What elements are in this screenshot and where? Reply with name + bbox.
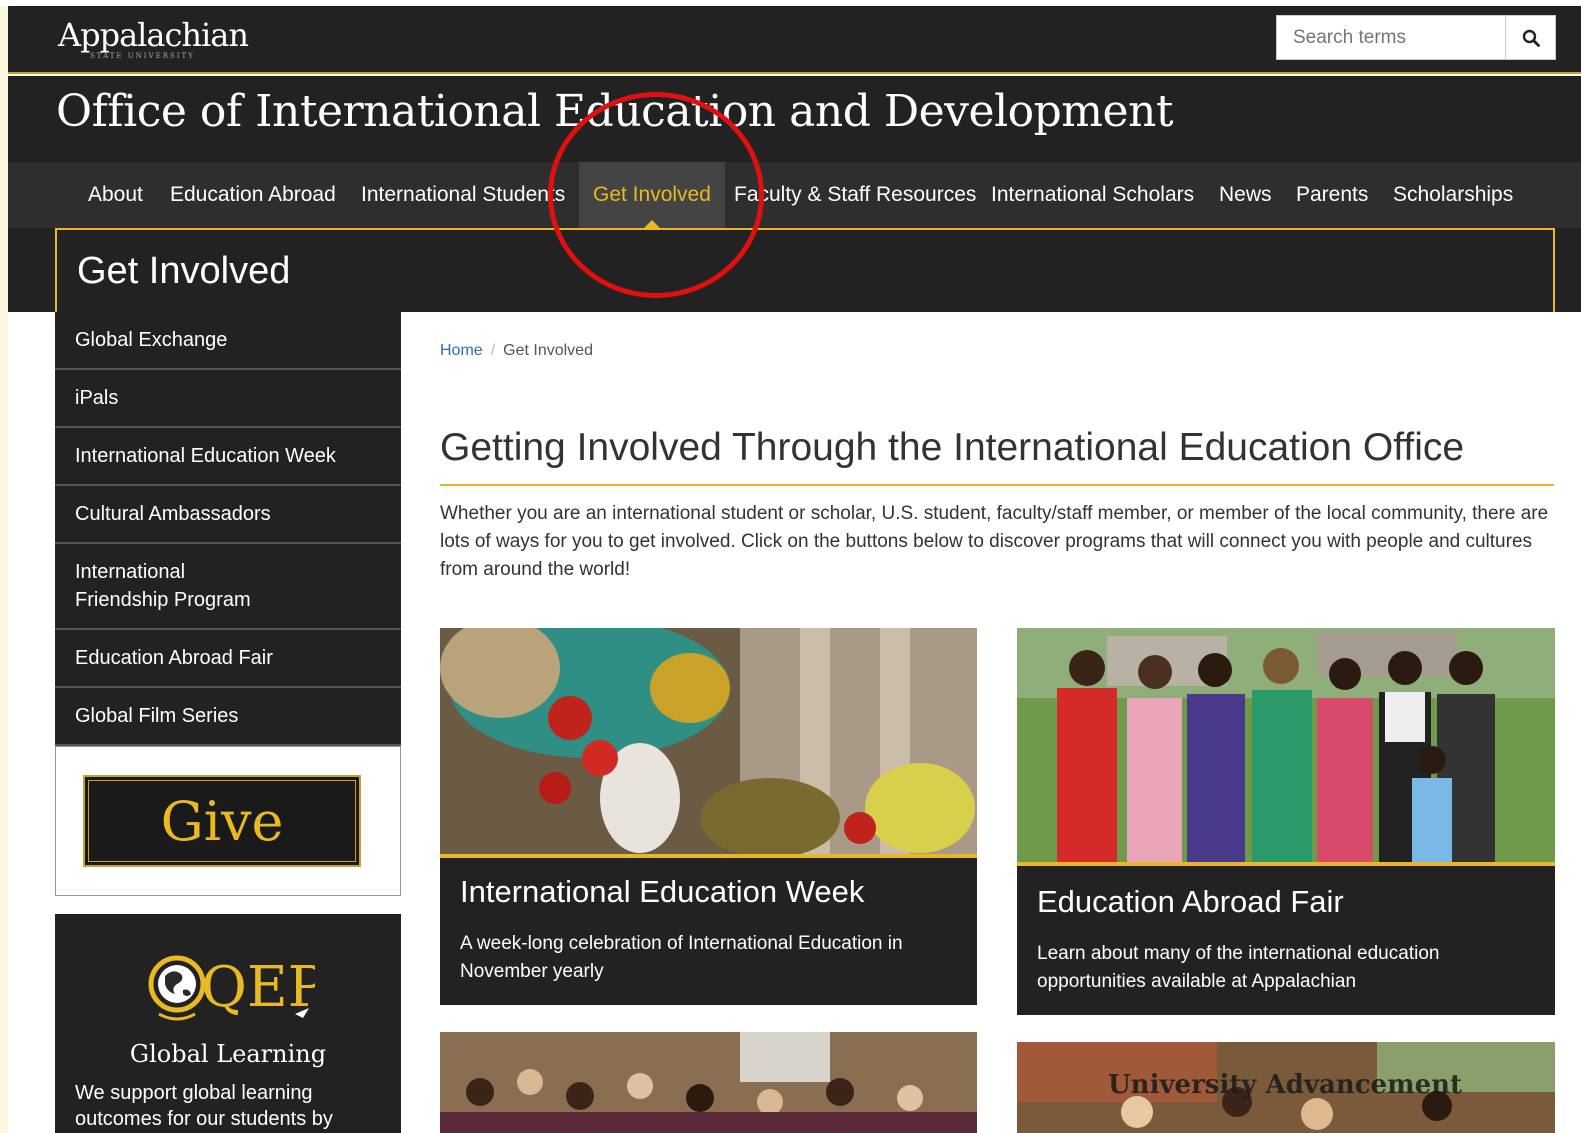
qep-logo-text: QEP bbox=[201, 955, 315, 1020]
nav-faculty-staff-resources[interactable]: Faculty & Staff Resources bbox=[734, 162, 976, 228]
card-international-education-week[interactable]: International Education Week A week-long… bbox=[440, 628, 977, 1005]
nav-international-scholars[interactable]: International Scholars bbox=[991, 162, 1194, 228]
nav-education-abroad[interactable]: Education Abroad bbox=[170, 162, 336, 228]
university-logo[interactable]: Appalachian bbox=[58, 16, 249, 54]
nav-scholarships[interactable]: Scholarships bbox=[1393, 162, 1513, 228]
nav-about[interactable]: About bbox=[88, 162, 143, 228]
university-logo-subtitle: STATE UNIVERSITY bbox=[90, 52, 195, 60]
nav-news[interactable]: News bbox=[1219, 162, 1272, 228]
qep-description: We support global learning outcomes for … bbox=[75, 1082, 333, 1130]
page-heading: Get Involved bbox=[77, 250, 291, 292]
card-title: International Education Week bbox=[460, 874, 865, 909]
active-caret-icon bbox=[643, 220, 660, 228]
search-input[interactable] bbox=[1277, 16, 1505, 59]
nav-get-involved-label: Get Involved bbox=[593, 183, 711, 206]
breadcrumb: Home / Get Involved bbox=[440, 342, 593, 360]
card-image-classroom bbox=[440, 1032, 977, 1133]
card-divider bbox=[440, 854, 977, 858]
nav-parents[interactable]: Parents bbox=[1296, 162, 1368, 228]
breadcrumb-home-link[interactable]: Home bbox=[440, 342, 483, 359]
top-bar: Appalachian STATE UNIVERSITY bbox=[8, 6, 1581, 74]
sidebar-item-education-abroad-fair[interactable]: Education Abroad Fair bbox=[55, 630, 401, 688]
card-description: Learn about many of the international ed… bbox=[1037, 943, 1440, 992]
give-panel: Give bbox=[55, 746, 401, 896]
sidebar-item-ipals[interactable]: iPals bbox=[55, 370, 401, 428]
nav-international-students[interactable]: International Students bbox=[361, 162, 565, 228]
breadcrumb-separator: / bbox=[490, 342, 496, 359]
sidebar-nav: Global Exchange iPals International Educ… bbox=[55, 312, 401, 746]
search-box bbox=[1276, 15, 1556, 60]
give-button[interactable]: Give bbox=[83, 775, 361, 867]
card-description: A week-long celebration of International… bbox=[460, 933, 903, 982]
card-title: Education Abroad Fair bbox=[1037, 884, 1344, 919]
qep-panel: QEP Global Learning We support global le… bbox=[55, 914, 401, 1133]
page-left-edge bbox=[0, 0, 8, 1133]
sidebar-item-global-exchange[interactable]: Global Exchange bbox=[55, 312, 401, 370]
card-education-abroad-fair[interactable]: Education Abroad Fair Learn about many o… bbox=[1017, 628, 1555, 1015]
site-title[interactable]: Office of International Education and De… bbox=[56, 86, 1174, 137]
sidebar-item-cultural-ambassadors[interactable]: Cultural Ambassadors bbox=[55, 486, 401, 544]
card-divider bbox=[1017, 862, 1555, 866]
title-divider bbox=[440, 484, 1554, 486]
page-heading-box: Get Involved bbox=[55, 228, 1555, 312]
card-image-festival bbox=[440, 628, 977, 854]
nav-get-involved[interactable]: Get Involved bbox=[579, 162, 725, 228]
search-button[interactable] bbox=[1505, 16, 1555, 59]
site-title-band: Office of International Education and De… bbox=[8, 76, 1581, 162]
card-third-preview[interactable] bbox=[440, 1032, 977, 1133]
sidebar-item-global-film-series[interactable]: Global Film Series bbox=[55, 688, 401, 746]
sidebar-item-international-friendship-program[interactable]: International Friendship Program bbox=[55, 544, 401, 630]
card-image-group-photo bbox=[1017, 628, 1555, 862]
watermark-text: University Advancement bbox=[1108, 1070, 1463, 1100]
main-title: Getting Involved Through the Internation… bbox=[440, 426, 1465, 469]
qep-logo[interactable]: QEP bbox=[145, 940, 315, 1030]
breadcrumb-current: Get Involved bbox=[503, 342, 593, 359]
sidebar-item-international-education-week[interactable]: International Education Week bbox=[55, 428, 401, 486]
search-icon bbox=[1522, 29, 1540, 47]
intro-paragraph: Whether you are an international student… bbox=[440, 503, 1549, 580]
main-nav: About Education Abroad International Stu… bbox=[8, 162, 1581, 228]
qep-subtitle: Global Learning bbox=[129, 1040, 327, 1068]
